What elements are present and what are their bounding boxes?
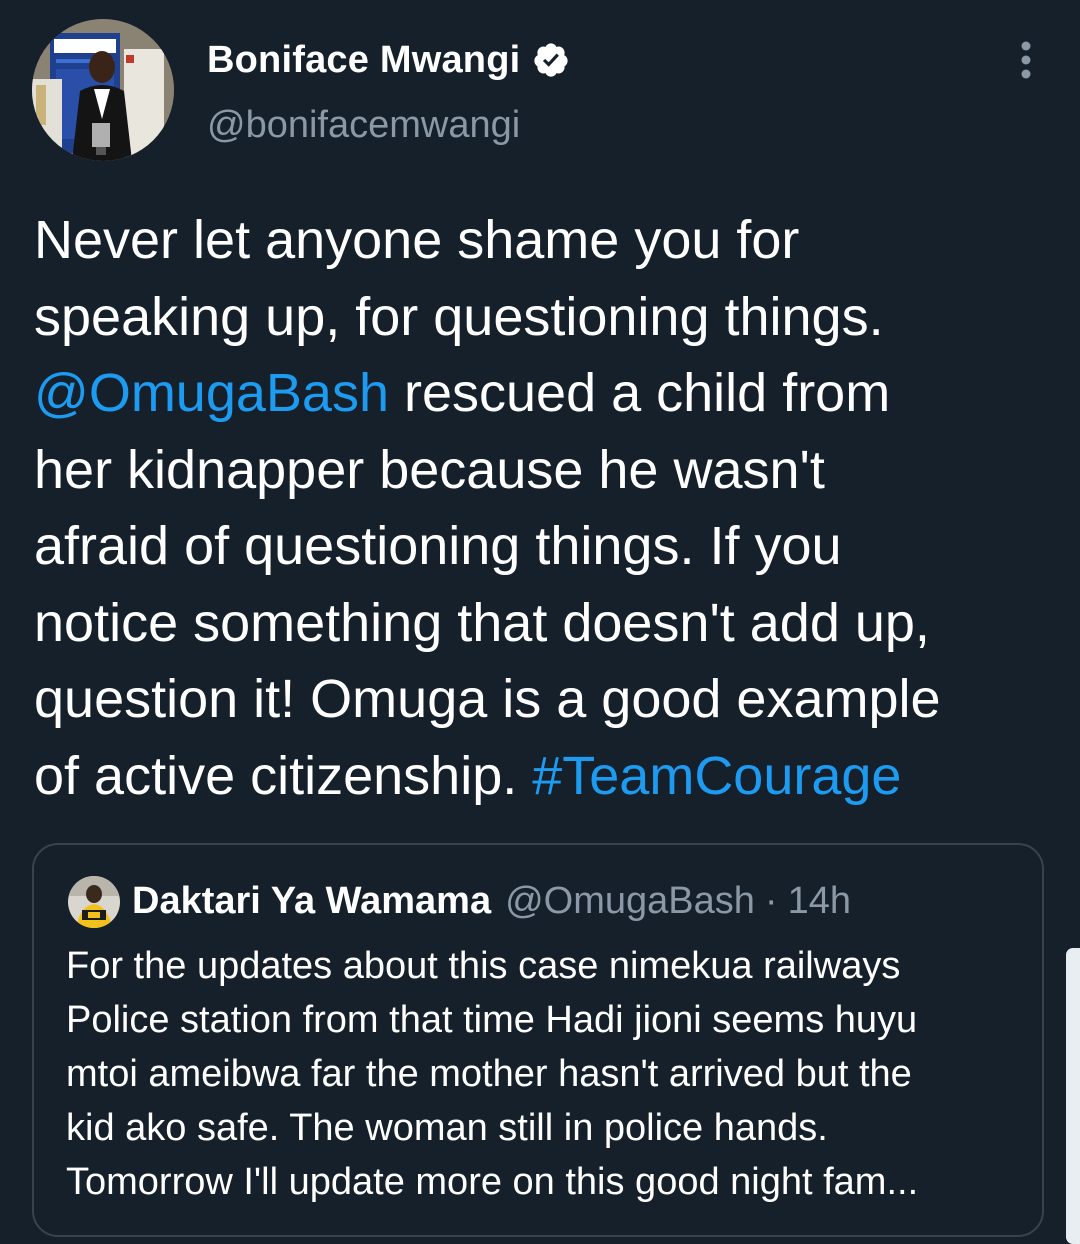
quoted-tweet-text-line: kid ako safe. The woman still in police … xyxy=(66,1107,828,1149)
tweet-text-line: her kidnapper because he wasn't xyxy=(34,432,1064,509)
tweet-screen: Boniface Mwangi @bonifacemwangi Never le… xyxy=(0,0,1080,1244)
header-separator: · xyxy=(764,879,778,922)
quoted-tweet-card[interactable]: Daktari Ya Wamama @OmugaBash · 14h For t… xyxy=(32,843,1044,1237)
more-vertical-icon[interactable] xyxy=(1008,38,1044,82)
author-handle[interactable]: @bonifacemwangi xyxy=(207,104,520,147)
tweet-text-line: @OmugaBash rescued a child from xyxy=(34,355,1064,432)
quoted-tweet-text-line: Police station from that time Hadi jioni… xyxy=(66,999,918,1041)
quoted-author-avatar-image xyxy=(68,876,120,928)
quoted-tweet-text: For the updates about this case nimekua … xyxy=(66,939,1041,1209)
quoted-author-display-name[interactable]: Daktari Ya Wamama xyxy=(132,880,491,923)
scrollbar-thumb[interactable] xyxy=(1066,948,1080,1244)
tweet-text: Never let anyone shame you for speaking u… xyxy=(34,202,1064,814)
quoted-tweet-text-line: mtoi ameibwa far the mother hasn't arriv… xyxy=(66,1053,912,1095)
tweet-text-line: question it! Omuga is a good example xyxy=(34,661,1064,738)
tweet-text-line: afraid of questioning things. If you xyxy=(34,508,1064,585)
verified-badge-icon xyxy=(534,43,568,77)
quoted-tweet-text-line: Tomorrow I'll update more on this good n… xyxy=(66,1161,919,1203)
tweet-text-line: of active citizenship. #TeamCourage xyxy=(34,738,1064,815)
tweet-text-segment: speaking up, for questioning things. xyxy=(34,286,884,347)
tweet-text-line: Never let anyone shame you for xyxy=(34,202,1064,279)
tweet-text-segment: afraid of questioning things. If you xyxy=(34,516,842,576)
mention-link[interactable]: @OmugaBash xyxy=(34,363,389,423)
tweet-text-segment: Never let anyone shame you for xyxy=(34,210,800,270)
author-name-row: Boniface Mwangi xyxy=(207,36,570,84)
quoted-author-handle[interactable]: @OmugaBash xyxy=(505,880,755,923)
quoted-tweet-text-line: For the updates about this case nimekua … xyxy=(66,945,901,987)
tweet-text-line: speaking up, for questioning things. xyxy=(34,279,1064,356)
author-avatar-image xyxy=(32,19,174,161)
quoted-author-avatar[interactable] xyxy=(68,876,120,928)
quoted-tweet-header: Daktari Ya Wamama @OmugaBash · 14h xyxy=(132,877,851,925)
quoted-tweet-time[interactable]: 14h xyxy=(788,880,851,923)
author-display-name[interactable]: Boniface Mwangi xyxy=(207,39,520,82)
tweet-text-segment: question it! Omuga is a good example xyxy=(34,669,941,729)
hashtag-link[interactable]: #TeamCourage xyxy=(532,746,901,806)
tweet-text-segment: notice something that doesn't add up, xyxy=(34,592,930,653)
tweet-text-segment: of active citizenship. xyxy=(34,745,533,806)
tweet-text-line: notice something that doesn't add up, xyxy=(34,585,1064,662)
author-avatar[interactable] xyxy=(32,19,174,161)
tweet-text-segment: rescued a child from xyxy=(388,363,891,423)
tweet-text-segment: her kidnapper because he wasn't xyxy=(34,439,825,500)
